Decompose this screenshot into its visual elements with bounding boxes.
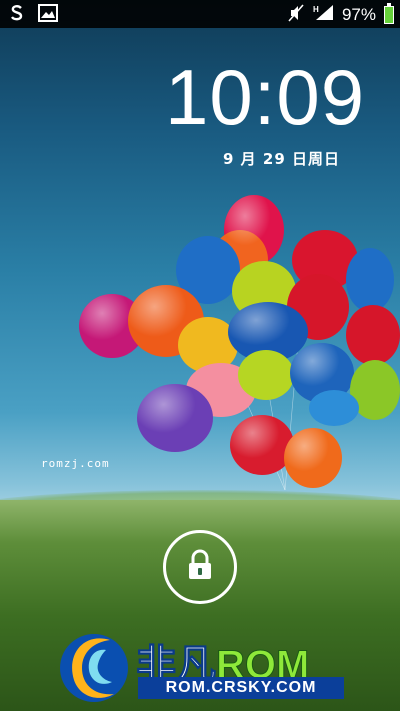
brand-watermark: 非凡ROM ROM.CRSKY.COM — [56, 622, 346, 710]
lockscreen-clock: 10:09 — [165, 53, 366, 141]
image-icon — [38, 4, 58, 26]
signal-h-icon: H — [312, 4, 334, 26]
lock-screen[interactable]: H 97% 10:09 9 月 29 日周日 romzj.com 非凡ROM R… — [0, 0, 400, 711]
watermark-text: romzj.com — [41, 457, 110, 470]
unlock-ring[interactable] — [163, 530, 237, 604]
lockscreen-date: 9 月 29 日周日 — [223, 150, 340, 168]
battery-icon — [384, 3, 394, 24]
padlock-icon — [189, 549, 211, 579]
network-type-label: H — [313, 5, 319, 14]
mute-icon — [288, 4, 304, 26]
status-bar[interactable]: H 97% — [0, 0, 400, 28]
battery-fill — [385, 7, 393, 23]
battery-percentage: 97% — [341, 5, 376, 24]
wallpaper-balloons — [79, 195, 400, 490]
s-logo-icon — [8, 4, 26, 26]
brand-url: ROM.CRSKY.COM — [138, 677, 344, 699]
brand-logo-icon — [60, 634, 128, 702]
